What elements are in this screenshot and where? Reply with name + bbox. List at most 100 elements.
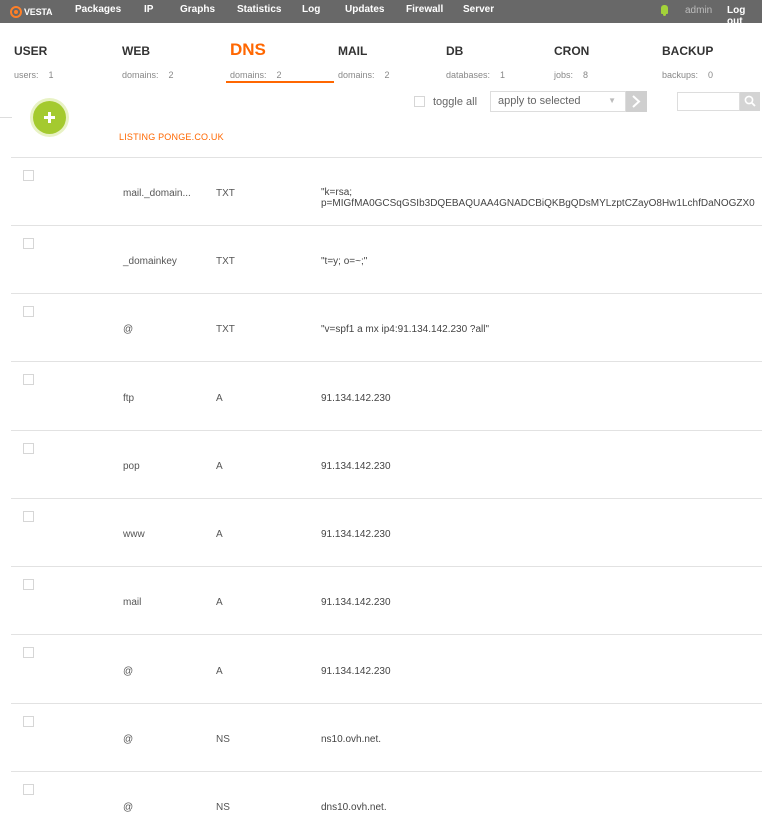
toggle-all-label[interactable]: toggle all bbox=[433, 96, 477, 108]
record-value: 91.134.142.230 bbox=[321, 666, 391, 677]
record-type: A bbox=[216, 666, 223, 677]
tab-label: BACKUP bbox=[662, 44, 714, 58]
tab-user[interactable]: USER users: 1 bbox=[14, 44, 54, 80]
tab-cron[interactable]: CRON jobs: 8 bbox=[554, 44, 590, 80]
record-value: "t=y; o=~;" bbox=[321, 256, 368, 267]
tab-label: MAIL bbox=[338, 44, 368, 58]
row-checkbox[interactable] bbox=[23, 647, 34, 658]
apply-button[interactable] bbox=[626, 91, 647, 112]
record-type: A bbox=[216, 393, 223, 404]
record-type: TXT bbox=[216, 256, 235, 267]
table-row[interactable]: ftp A 91.134.142.230 bbox=[11, 361, 762, 429]
logo-text: VESTA bbox=[24, 6, 53, 17]
tab-label: DB bbox=[446, 44, 464, 58]
row-checkbox[interactable] bbox=[23, 374, 34, 385]
tab-label: USER bbox=[14, 44, 48, 58]
table-row[interactable]: _domainkey TXT "t=y; o=~;" bbox=[11, 225, 762, 293]
active-tab-underline bbox=[226, 81, 334, 83]
search-icon bbox=[744, 95, 756, 107]
record-value: 91.134.142.230 bbox=[321, 461, 391, 472]
row-checkbox[interactable] bbox=[23, 170, 34, 181]
tab-stat: backups: 0 bbox=[662, 70, 714, 80]
tab-db[interactable]: DB databases: 1 bbox=[446, 44, 505, 80]
record-value: 91.134.142.230 bbox=[321, 529, 391, 540]
tab-stat: jobs: 8 bbox=[554, 70, 589, 80]
chevron-right-icon bbox=[632, 95, 641, 108]
record-type: TXT bbox=[216, 324, 235, 335]
bell-icon[interactable] bbox=[661, 5, 668, 16]
tab-label: WEB bbox=[122, 44, 150, 58]
search-button[interactable] bbox=[740, 92, 760, 111]
tab-stat: domains: 2 bbox=[230, 70, 282, 80]
nav-statistics[interactable]: Statistics bbox=[237, 4, 281, 15]
apply-to-selected-select[interactable]: apply to selected ▼ bbox=[490, 91, 626, 112]
table-row[interactable]: @ NS ns10.ovh.net. bbox=[11, 703, 762, 771]
record-name[interactable]: @ bbox=[123, 324, 133, 335]
record-name[interactable]: @ bbox=[123, 802, 133, 813]
tab-stat: users: 1 bbox=[14, 70, 54, 80]
row-checkbox[interactable] bbox=[23, 238, 34, 249]
table-row[interactable]: mail._domain... TXT "k=rsa; p=MIGfMA0GCSq… bbox=[11, 157, 762, 225]
nav-packages[interactable]: Packages bbox=[75, 4, 121, 15]
record-name[interactable]: mail._domain... bbox=[123, 188, 191, 199]
table-row[interactable]: @ A 91.134.142.230 bbox=[11, 634, 762, 702]
nav-ip[interactable]: IP bbox=[144, 4, 153, 15]
tab-backup[interactable]: BACKUP backups: 0 bbox=[662, 44, 714, 80]
table-row[interactable]: @ NS dns10.ovh.net. bbox=[11, 771, 762, 839]
table-row[interactable]: mail A 91.134.142.230 bbox=[11, 566, 762, 634]
record-name[interactable]: @ bbox=[123, 734, 133, 745]
listing-title: LISTING PONGE.CO.UK bbox=[119, 132, 224, 142]
vesta-logo-icon bbox=[10, 5, 22, 18]
nav-updates[interactable]: Updates bbox=[345, 4, 384, 15]
row-checkbox[interactable] bbox=[23, 579, 34, 590]
nav-server[interactable]: Server bbox=[463, 4, 494, 15]
tab-label: CRON bbox=[554, 44, 590, 58]
table-row[interactable]: @ TXT "v=spf1 a mx ip4:91.134.142.230 ?a… bbox=[11, 293, 762, 361]
chevron-down-icon: ▼ bbox=[608, 96, 616, 105]
record-value: dns10.ovh.net. bbox=[321, 802, 387, 813]
divider bbox=[0, 117, 12, 118]
tab-dns[interactable]: DNS domains: 2 bbox=[230, 40, 282, 80]
record-name[interactable]: mail bbox=[123, 597, 141, 608]
record-name[interactable]: pop bbox=[123, 461, 140, 472]
nav-log[interactable]: Log bbox=[302, 4, 320, 15]
tab-stat: databases: 1 bbox=[446, 70, 506, 80]
table-row[interactable]: www A 91.134.142.230 bbox=[11, 498, 762, 566]
vesta-logo[interactable]: VESTA bbox=[10, 4, 53, 19]
tab-stat: domains: 2 bbox=[338, 70, 390, 80]
apply-select-value: apply to selected bbox=[498, 95, 581, 107]
logout-link[interactable]: Log out bbox=[727, 5, 762, 27]
record-type: TXT bbox=[216, 188, 235, 199]
nav-graphs[interactable]: Graphs bbox=[180, 4, 215, 15]
record-value: 91.134.142.230 bbox=[321, 597, 391, 608]
record-type: NS bbox=[216, 734, 230, 745]
tab-stat: domains: 2 bbox=[122, 70, 174, 80]
record-name[interactable]: ftp bbox=[123, 393, 134, 404]
record-name[interactable]: _domainkey bbox=[123, 256, 177, 267]
nav-firewall[interactable]: Firewall bbox=[406, 4, 443, 15]
record-type: A bbox=[216, 529, 223, 540]
top-bar: VESTA Packages IP Graphs Statistics Log … bbox=[0, 0, 762, 27]
record-name[interactable]: www bbox=[123, 529, 145, 540]
user-link[interactable]: admin bbox=[685, 5, 712, 16]
record-value: "k=rsa; p=MIGfMA0GCSqGSIb3DQEBAQUAA4GNADC… bbox=[321, 187, 755, 209]
tab-mail[interactable]: MAIL domains: 2 bbox=[338, 44, 390, 80]
row-checkbox[interactable] bbox=[23, 716, 34, 727]
record-type: A bbox=[216, 597, 223, 608]
row-checkbox[interactable] bbox=[23, 306, 34, 317]
record-type: NS bbox=[216, 802, 230, 813]
record-name[interactable]: @ bbox=[123, 666, 133, 677]
add-record-button[interactable] bbox=[33, 101, 66, 134]
record-value: "v=spf1 a mx ip4:91.134.142.230 ?all" bbox=[321, 324, 490, 335]
table-row[interactable]: pop A 91.134.142.230 bbox=[11, 430, 762, 498]
tab-label: DNS bbox=[230, 40, 266, 59]
search-input[interactable] bbox=[677, 92, 740, 111]
record-value: 91.134.142.230 bbox=[321, 393, 391, 404]
record-type: A bbox=[216, 461, 223, 472]
row-checkbox[interactable] bbox=[23, 443, 34, 454]
tab-web[interactable]: WEB domains: 2 bbox=[122, 44, 174, 80]
row-checkbox[interactable] bbox=[23, 511, 34, 522]
toggle-all-checkbox[interactable] bbox=[414, 96, 425, 107]
row-checkbox[interactable] bbox=[23, 784, 34, 795]
record-value: ns10.ovh.net. bbox=[321, 734, 382, 745]
